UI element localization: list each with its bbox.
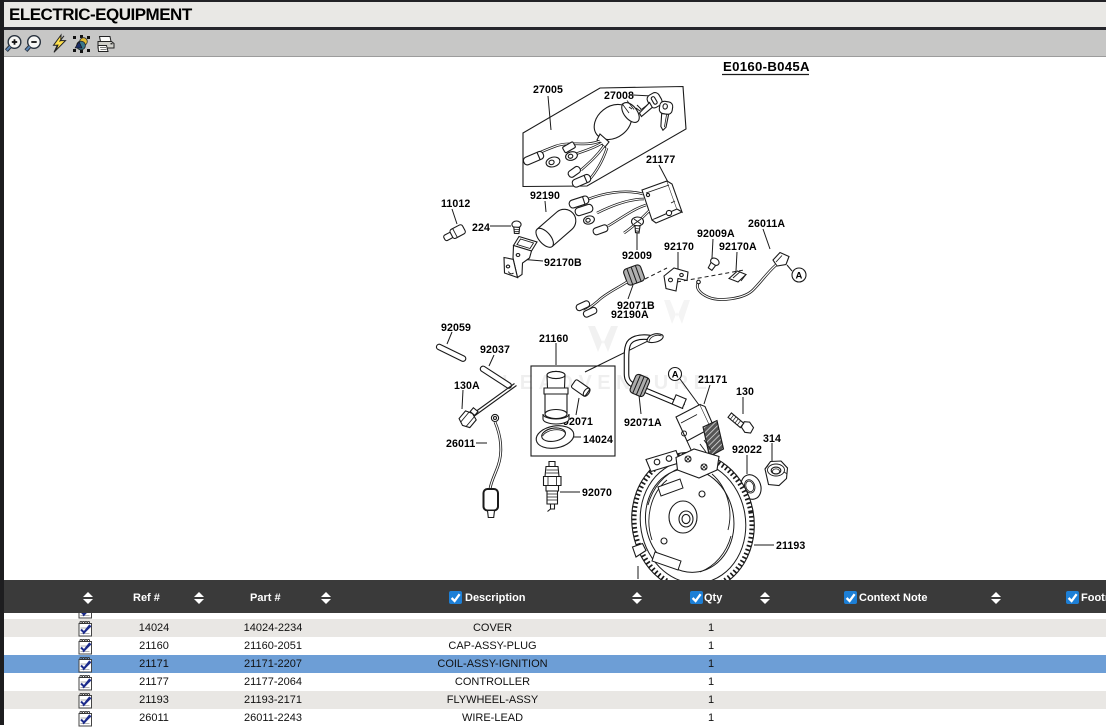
svg-text:E0160-B045A: E0160-B045A	[723, 59, 810, 74]
svg-text:21171: 21171	[698, 374, 727, 386]
svg-text:21177: 21177	[646, 154, 675, 166]
svg-text:27005: 27005	[533, 84, 563, 96]
svg-text:224: 224	[472, 222, 490, 234]
svg-text:21193: 21193	[776, 540, 805, 552]
svg-text:11012: 11012	[441, 198, 470, 210]
svg-text:26011: 26011	[446, 438, 475, 450]
svg-text:92022: 92022	[732, 444, 762, 456]
svg-text:92059: 92059	[441, 322, 471, 334]
svg-text:92070: 92070	[582, 487, 612, 499]
svg-text:92009: 92009	[622, 250, 652, 262]
svg-text:130: 130	[736, 386, 754, 398]
svg-text:92037: 92037	[480, 344, 510, 356]
svg-text:92170B: 92170B	[544, 257, 582, 269]
svg-text:92190: 92190	[530, 190, 560, 202]
svg-text:21160: 21160	[539, 333, 568, 345]
svg-text:A: A	[796, 271, 803, 282]
svg-text:92170: 92170	[664, 241, 694, 253]
svg-text:27008: 27008	[604, 90, 634, 102]
svg-text:A: A	[672, 370, 679, 381]
svg-text:92190A: 92190A	[611, 309, 649, 321]
svg-text:130A: 130A	[454, 380, 480, 392]
svg-text:92170A: 92170A	[719, 241, 757, 253]
svg-text:26011A: 26011A	[748, 218, 785, 230]
svg-text:92071A: 92071A	[624, 417, 662, 429]
svg-text:14024: 14024	[583, 434, 613, 446]
svg-text:92009A: 92009A	[697, 228, 735, 240]
